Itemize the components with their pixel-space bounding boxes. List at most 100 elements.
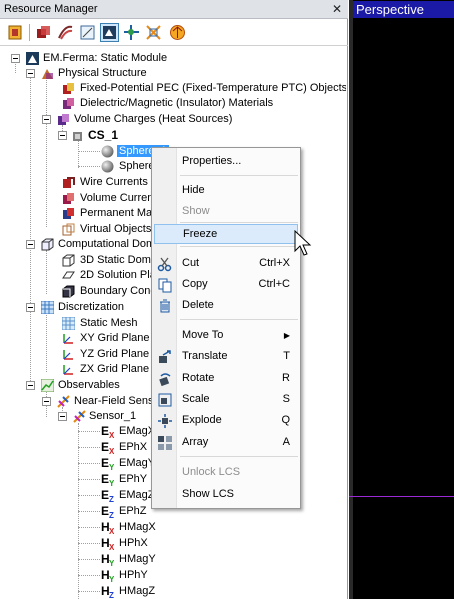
close-icon[interactable]: ✕ (330, 2, 344, 16)
explode-icon (157, 413, 173, 429)
collapse-toggle[interactable] (42, 115, 51, 124)
menu-shortcut: T (283, 350, 290, 362)
collapse-toggle[interactable] (26, 69, 35, 78)
sources-icon[interactable] (56, 23, 75, 42)
viewport-3d[interactable] (349, 0, 454, 599)
tree-node-dielectric[interactable]: Dielectric/Magnetic (Insulator) Material… (0, 96, 346, 111)
tree-node-root[interactable]: EM.Ferma: Static Module (0, 51, 346, 66)
module-icon (26, 52, 39, 65)
menu-label: Cut (182, 257, 200, 269)
boundary-icon (62, 285, 75, 298)
axes-icon (62, 348, 75, 361)
tree-connector (78, 479, 100, 480)
collapse-toggle[interactable] (58, 412, 67, 421)
viewport-border (349, 0, 353, 599)
grid-icon (40, 300, 55, 315)
field-component-icon: EZ (101, 488, 117, 504)
toolbar (0, 20, 348, 46)
tree-node-cs1[interactable]: CS_1 (0, 128, 346, 143)
collapse-toggle[interactable] (26, 240, 35, 249)
collapse-toggle[interactable] (26, 381, 35, 390)
collapse-toggle[interactable] (58, 131, 67, 140)
tree-node-physical-structure[interactable]: Physical Structure (0, 66, 346, 81)
tree-connector (78, 447, 100, 448)
tree-node-sensor-hmagz[interactable]: H Z HMagZ (0, 584, 346, 599)
tree-node-sensor-hphy[interactable]: H Y HPhY (0, 568, 346, 584)
module-icon[interactable] (6, 23, 25, 42)
menu-item-copy[interactable]: Copy Ctrl+C (154, 275, 298, 295)
field-component-icon: HY (101, 552, 117, 568)
submenu-arrow-icon: ▶ (283, 331, 290, 340)
field-letter: E (101, 424, 110, 438)
domain-icon[interactable] (78, 23, 97, 42)
menu-label: Explode (182, 414, 222, 426)
collapse-toggle[interactable] (42, 397, 51, 406)
menu-item-show: Show (154, 202, 298, 222)
menu-shortcut: S (282, 393, 290, 405)
sphere-icon (101, 160, 114, 173)
menu-item-explode[interactable]: Explode Q (154, 411, 298, 431)
tree-label: EM.Ferma: Static Module (43, 52, 168, 64)
menu-label: Hide (182, 184, 205, 196)
field-letter: E (101, 504, 110, 518)
pec-objects-icon (62, 82, 75, 95)
run-icon[interactable] (168, 23, 187, 42)
mesh-icon[interactable] (100, 23, 119, 42)
menu-item-show-lcs[interactable]: Show LCS (154, 485, 298, 505)
menu-label: Properties... (182, 155, 242, 167)
menu-item-freeze[interactable]: Freeze (154, 224, 298, 244)
menu-item-array[interactable]: Array A (154, 433, 298, 453)
menu-item-properties[interactable]: Properties... (154, 152, 298, 172)
tree-node-volume-charges[interactable]: Volume Charges (Heat Sources) (0, 112, 346, 127)
field-component-icon: HX (101, 536, 117, 552)
axes-icon (62, 363, 75, 376)
tree-label: Discretization (58, 301, 125, 313)
menu-item-cut[interactable]: Cut Ctrl+X (154, 254, 298, 274)
tree-label: HPhY (119, 569, 148, 581)
observables-icon[interactable] (122, 23, 141, 42)
coordinate-system-icon (73, 131, 82, 141)
collapse-toggle[interactable] (11, 54, 20, 63)
menu-label: Unlock LCS (182, 466, 241, 478)
menu-label: Delete (182, 299, 214, 311)
sensor-icon[interactable] (144, 23, 163, 42)
field-axis: Z (109, 591, 114, 599)
tree-connector (78, 151, 100, 152)
permanent-magnets-icon (62, 207, 75, 220)
menu-label: Show (182, 205, 210, 217)
menu-item-rotate[interactable]: Rotate R (154, 369, 298, 389)
field-letter: E (101, 488, 110, 502)
tree-label: EMagX (119, 425, 156, 437)
tree-connector (78, 575, 100, 576)
tree-label: ZX Grid Plane (80, 363, 150, 375)
menu-item-translate[interactable]: Translate T (154, 347, 298, 367)
tree-node-pec-objects[interactable]: Fixed-Potential PEC (Fixed-Temperature P… (0, 81, 346, 96)
array-icon (157, 435, 173, 451)
collapse-toggle[interactable] (26, 303, 35, 312)
menu-label: Array (182, 436, 209, 448)
menu-item-hide[interactable]: Hide (154, 181, 298, 201)
tree-node-sensor-hmagy[interactable]: H Y HMagY (0, 552, 346, 568)
tree-label: EMagZ (119, 489, 155, 501)
menu-item-delete[interactable]: Delete (154, 296, 298, 316)
menu-item-move-to[interactable]: Move To ▶ (154, 326, 298, 346)
menu-item-scale[interactable]: Scale S (154, 390, 298, 410)
structure-icon[interactable] (34, 23, 53, 42)
field-component-icon: HY (101, 568, 117, 584)
tree-connector (78, 527, 100, 528)
tree-node-sensor-hmagx[interactable]: H X HMagX (0, 520, 346, 536)
menu-label: Copy (182, 278, 208, 290)
field-component-icon: EZ (101, 504, 117, 520)
tree-label: HMagY (119, 553, 156, 565)
tree-label: Volume Charges (Heat Sources) (74, 113, 233, 125)
tree-connector (78, 431, 100, 432)
sensor-icon (73, 410, 86, 423)
viewport-axis-line (349, 496, 454, 497)
menu-label: Translate (182, 350, 228, 362)
tree-label: CS_1 (88, 128, 119, 142)
tree-label: HMagX (119, 521, 156, 533)
observables-icon (40, 378, 55, 393)
tree-connector (78, 495, 100, 496)
menu-label: Rotate (182, 372, 215, 384)
tree-node-sensor-hphx[interactable]: H X HPhX (0, 536, 346, 552)
